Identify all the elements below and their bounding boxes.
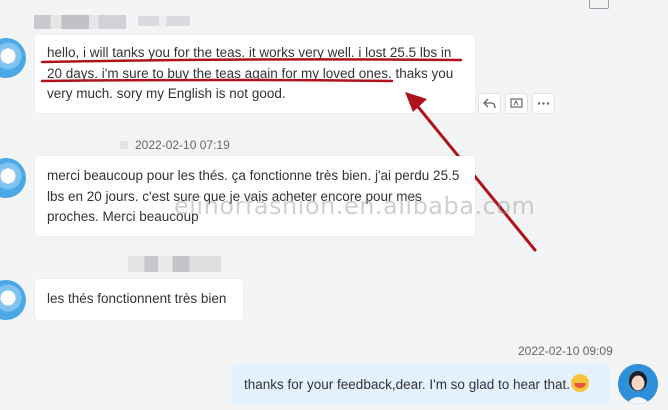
timestamp: 2022-02-10 07:19 xyxy=(135,138,230,152)
message-text: thanks for your feedback,dear. I'm so gl… xyxy=(244,374,590,395)
watermark: elinorfashion.en.alibaba.com xyxy=(174,192,536,220)
blurred-status xyxy=(120,141,128,149)
person-icon xyxy=(618,364,658,404)
annotation-underline-2 xyxy=(40,78,394,83)
annotation-underline-1 xyxy=(40,58,463,64)
hot-face-emoji xyxy=(571,374,590,392)
timestamp: 2022-02-10 09:09 xyxy=(518,344,613,358)
outgoing-message[interactable]: thanks for your feedback,dear. I'm so gl… xyxy=(232,364,610,405)
annotation-arrowhead xyxy=(405,92,427,112)
incoming-message-3[interactable]: les thés fonctionnent très bien xyxy=(35,279,243,320)
agent-avatar[interactable] xyxy=(618,364,658,404)
message-text-content: thanks for your feedback,dear. I'm so gl… xyxy=(244,377,571,392)
blurred-sender-name xyxy=(128,256,221,272)
message-text: les thés fonctionnent très bien xyxy=(47,291,227,306)
